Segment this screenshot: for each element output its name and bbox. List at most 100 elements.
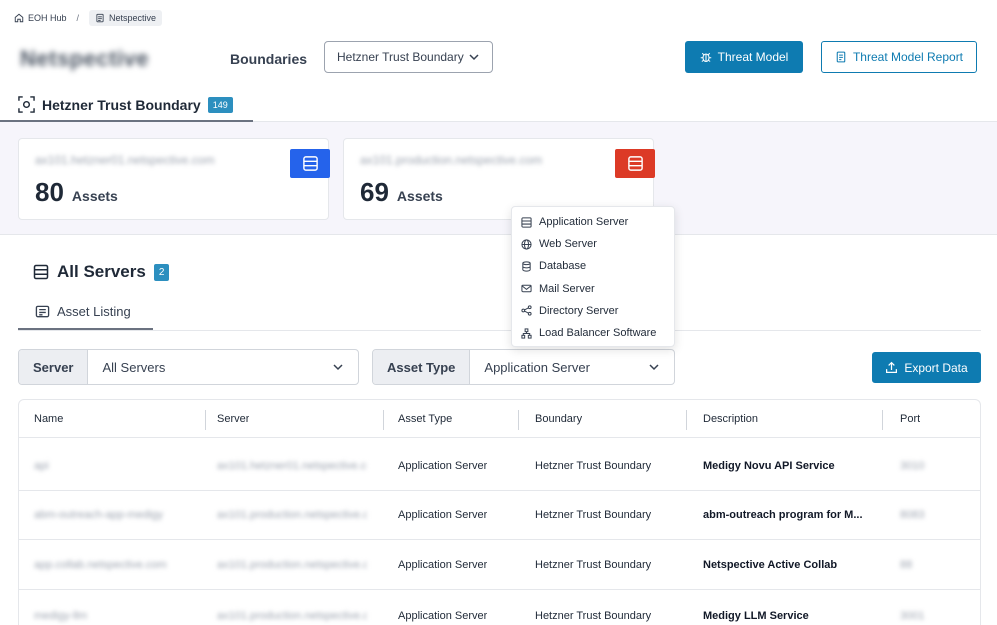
column-separator bbox=[205, 410, 206, 430]
servers-count-badge: 2 bbox=[153, 263, 170, 281]
asset-type-menu: Application Server Web Server Database M… bbox=[511, 206, 675, 347]
header-description[interactable]: Description bbox=[703, 400, 758, 437]
table-row[interactable]: api ax101.hetzner01.netspective.com Appl… bbox=[19, 441, 980, 491]
column-separator bbox=[686, 410, 687, 430]
server-card-hetzner01[interactable]: ax101.hetzner01.netspective.com 80 Asset… bbox=[18, 138, 330, 220]
cell-port: 3010 bbox=[900, 459, 925, 472]
all-servers-title: All Servers bbox=[57, 262, 146, 281]
breadcrumb-home[interactable]: EOH Hub bbox=[14, 13, 67, 23]
cell-description: Medigy LLM Service bbox=[703, 609, 809, 622]
threat-model-label: Threat Model bbox=[717, 50, 789, 64]
app-name: Netspective bbox=[20, 46, 150, 71]
cell-port: 8083 bbox=[900, 508, 925, 521]
cell-port: 88 bbox=[900, 558, 913, 571]
tab-asset-listing[interactable]: Asset Listing bbox=[35, 304, 131, 319]
server-icon bbox=[521, 217, 532, 228]
tab-hetzner-trust-boundary[interactable]: Hetzner Trust Boundary 149 bbox=[18, 96, 233, 113]
asset-type-filter-select[interactable]: Application Server bbox=[470, 350, 674, 384]
column-separator bbox=[383, 410, 384, 430]
table-row[interactable]: app.collab.netspective.com ax101.product… bbox=[19, 540, 980, 590]
server-filter[interactable]: Server All Servers bbox=[18, 349, 359, 385]
header-boundary[interactable]: Boundary bbox=[535, 400, 582, 437]
boundary-select-value: Hetzner Trust Boundary bbox=[337, 50, 464, 64]
server-card-count: 69 Assets bbox=[360, 177, 443, 208]
asset-count: 80 bbox=[35, 177, 64, 207]
asset-type-filter-value: Application Server bbox=[484, 359, 590, 375]
server-card-icon bbox=[615, 149, 655, 178]
document-icon bbox=[96, 13, 104, 23]
threat-model-report-label: Threat Model Report bbox=[852, 50, 964, 64]
server-filter-select[interactable]: All Servers bbox=[88, 350, 358, 384]
cell-asset-type: Application Server bbox=[398, 459, 488, 472]
table-row[interactable]: medigy-llm ax101.production.netspective.… bbox=[19, 591, 980, 625]
upload-icon bbox=[886, 361, 898, 373]
header-name[interactable]: Name bbox=[34, 400, 63, 437]
boundary-tab-label: Hetzner Trust Boundary bbox=[42, 96, 201, 113]
table-row[interactable]: abm-outreach-app-medigy ax101.production… bbox=[19, 490, 980, 540]
server-card-icon bbox=[290, 149, 330, 178]
assets-label: Assets bbox=[71, 188, 118, 204]
report-icon bbox=[836, 51, 846, 63]
home-icon bbox=[14, 13, 24, 23]
asset-type-filter[interactable]: Asset Type Application Server bbox=[372, 349, 675, 385]
export-data-label: Export Data bbox=[904, 360, 968, 375]
share-nodes-icon bbox=[521, 305, 532, 316]
threat-model-report-button[interactable]: Threat Model Report bbox=[821, 41, 977, 73]
cell-server: ax101.hetzner01.netspective.com bbox=[217, 459, 367, 472]
breadcrumb-current-label: Netspective bbox=[109, 13, 157, 23]
menu-item-database[interactable]: Database bbox=[512, 255, 674, 277]
breadcrumb-current[interactable]: Netspective bbox=[89, 10, 163, 26]
cell-asset-type: Application Server bbox=[398, 508, 488, 521]
cell-boundary: Hetzner Trust Boundary bbox=[535, 459, 652, 472]
cell-server: ax101.production.netspective.com bbox=[217, 609, 367, 622]
column-separator bbox=[518, 410, 519, 430]
server-filter-label: Server bbox=[19, 350, 89, 384]
cell-description: Netspective Active Collab bbox=[703, 558, 838, 571]
mail-icon bbox=[521, 284, 532, 293]
menu-item-web-server[interactable]: Web Server bbox=[512, 233, 674, 255]
cell-boundary: Hetzner Trust Boundary bbox=[535, 508, 652, 521]
cell-asset-type: Application Server bbox=[398, 609, 488, 622]
globe-icon bbox=[521, 239, 532, 250]
cell-boundary: Hetzner Trust Boundary bbox=[535, 558, 652, 571]
boundaries-label: Boundaries bbox=[230, 51, 308, 67]
menu-item-directory-server[interactable]: Directory Server bbox=[512, 300, 674, 322]
breadcrumb: EOH Hub / Netspective bbox=[14, 10, 163, 26]
threat-model-button[interactable]: Threat Model bbox=[685, 41, 803, 73]
asset-type-filter-label: Asset Type bbox=[373, 350, 471, 384]
server-stack-icon bbox=[33, 264, 49, 280]
database-icon bbox=[522, 261, 531, 272]
list-icon bbox=[35, 305, 50, 318]
export-data-button[interactable]: Export Data bbox=[872, 352, 981, 383]
cell-name: medigy-llm bbox=[34, 609, 88, 622]
menu-item-mail-server[interactable]: Mail Server bbox=[512, 278, 674, 300]
boundary-select[interactable]: Hetzner Trust Boundary bbox=[324, 41, 493, 73]
menu-item-load-balancer-software[interactable]: Load Balancer Software bbox=[512, 322, 674, 344]
cell-name: api bbox=[34, 459, 49, 472]
cell-description: abm-outreach program for M... bbox=[703, 508, 863, 521]
assets-label: Assets bbox=[396, 188, 443, 204]
listing-underline bbox=[18, 328, 153, 330]
bug-icon bbox=[700, 52, 711, 63]
menu-item-label: Web Server bbox=[539, 238, 597, 251]
header-port[interactable]: Port bbox=[900, 400, 920, 437]
cell-port: 3001 bbox=[900, 609, 925, 622]
chevron-down-icon bbox=[469, 54, 479, 61]
network-icon bbox=[521, 327, 532, 339]
cell-description: Medigy Novu API Service bbox=[703, 459, 835, 472]
asset-count: 69 bbox=[360, 177, 389, 207]
menu-item-label: Load Balancer Software bbox=[539, 327, 657, 340]
cell-server: ax101.production.netspective.com bbox=[217, 508, 367, 521]
server-card-host: ax101.production.netspective.com bbox=[360, 153, 543, 167]
cell-server: ax101.production.netspective.com bbox=[217, 558, 367, 571]
server-filter-value: All Servers bbox=[102, 359, 166, 375]
header-asset-type[interactable]: Asset Type bbox=[398, 400, 452, 437]
asset-table: Name Server Asset Type Boundary Descript… bbox=[18, 399, 981, 625]
server-icon bbox=[302, 156, 318, 171]
chevron-down-icon bbox=[649, 364, 659, 371]
cell-asset-type: Application Server bbox=[398, 558, 488, 571]
breadcrumb-separator: / bbox=[76, 13, 80, 23]
server-card-host: ax101.hetzner01.netspective.com bbox=[35, 153, 215, 167]
header-server[interactable]: Server bbox=[217, 400, 249, 437]
menu-item-application-server[interactable]: Application Server bbox=[512, 211, 674, 233]
